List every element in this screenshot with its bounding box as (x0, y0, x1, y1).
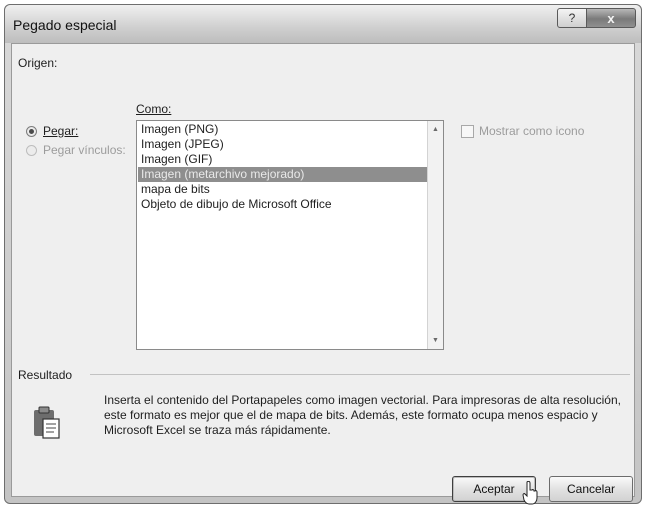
hand-cursor-icon (522, 481, 538, 505)
close-icon: x (607, 10, 615, 26)
paste-radio-label-text: Pegar: (43, 124, 79, 138)
cancel-button[interactable]: Cancelar (549, 476, 633, 502)
dialog-title: Pegado especial (13, 17, 117, 33)
paste-link-radio[interactable] (26, 145, 37, 156)
source-label: Origen: (18, 56, 58, 70)
clipboard-icon (34, 406, 60, 439)
paste-radio-label[interactable]: Pegar: (43, 124, 78, 138)
paste-link-radio-label[interactable]: Pegar vínculos: (43, 143, 126, 157)
format-listbox[interactable]: Imagen (PNG) Imagen (JPEG) Imagen (GIF) … (136, 120, 444, 350)
help-icon: ? (568, 11, 576, 25)
format-item-bitmap[interactable]: mapa de bits (138, 182, 428, 197)
help-button[interactable]: ? (557, 8, 587, 28)
format-list: Imagen (PNG) Imagen (JPEG) Imagen (GIF) … (138, 122, 428, 212)
paste-special-dialog: Pegado especial ? x Origen: Como: Pegar:… (4, 4, 642, 505)
scroll-up-icon[interactable]: ▲ (432, 126, 439, 133)
result-divider (90, 374, 630, 375)
format-list-label: Como: (136, 102, 171, 116)
dialog-body: Origen: Como: Pegar: Pegar vínculos: Ima… (11, 43, 635, 505)
format-item-enhanced-metafile[interactable]: Imagen (metarchivo mejorado) (138, 167, 428, 182)
format-item-jpeg[interactable]: Imagen (JPEG) (138, 137, 428, 152)
title-bar[interactable]: Pegado especial ? x (5, 5, 641, 43)
format-list-label-text: Como: (136, 102, 172, 116)
format-item-png[interactable]: Imagen (PNG) (138, 122, 428, 137)
format-item-office-drawing[interactable]: Objeto de dibujo de Microsoft Office (138, 197, 428, 212)
result-description: Inserta el contenido del Portapapeles co… (104, 393, 621, 437)
display-as-icon-checkbox[interactable] (461, 125, 474, 138)
format-list-scrollbar[interactable]: ▲ ▼ (427, 121, 443, 349)
display-as-icon-label[interactable]: Mostrar como icono (479, 124, 584, 138)
result-label: Resultado (18, 368, 73, 382)
format-item-gif[interactable]: Imagen (GIF) (138, 152, 428, 167)
scroll-down-icon[interactable]: ▼ (432, 337, 439, 344)
paste-radio[interactable] (26, 126, 37, 137)
close-button[interactable]: x (586, 8, 636, 28)
